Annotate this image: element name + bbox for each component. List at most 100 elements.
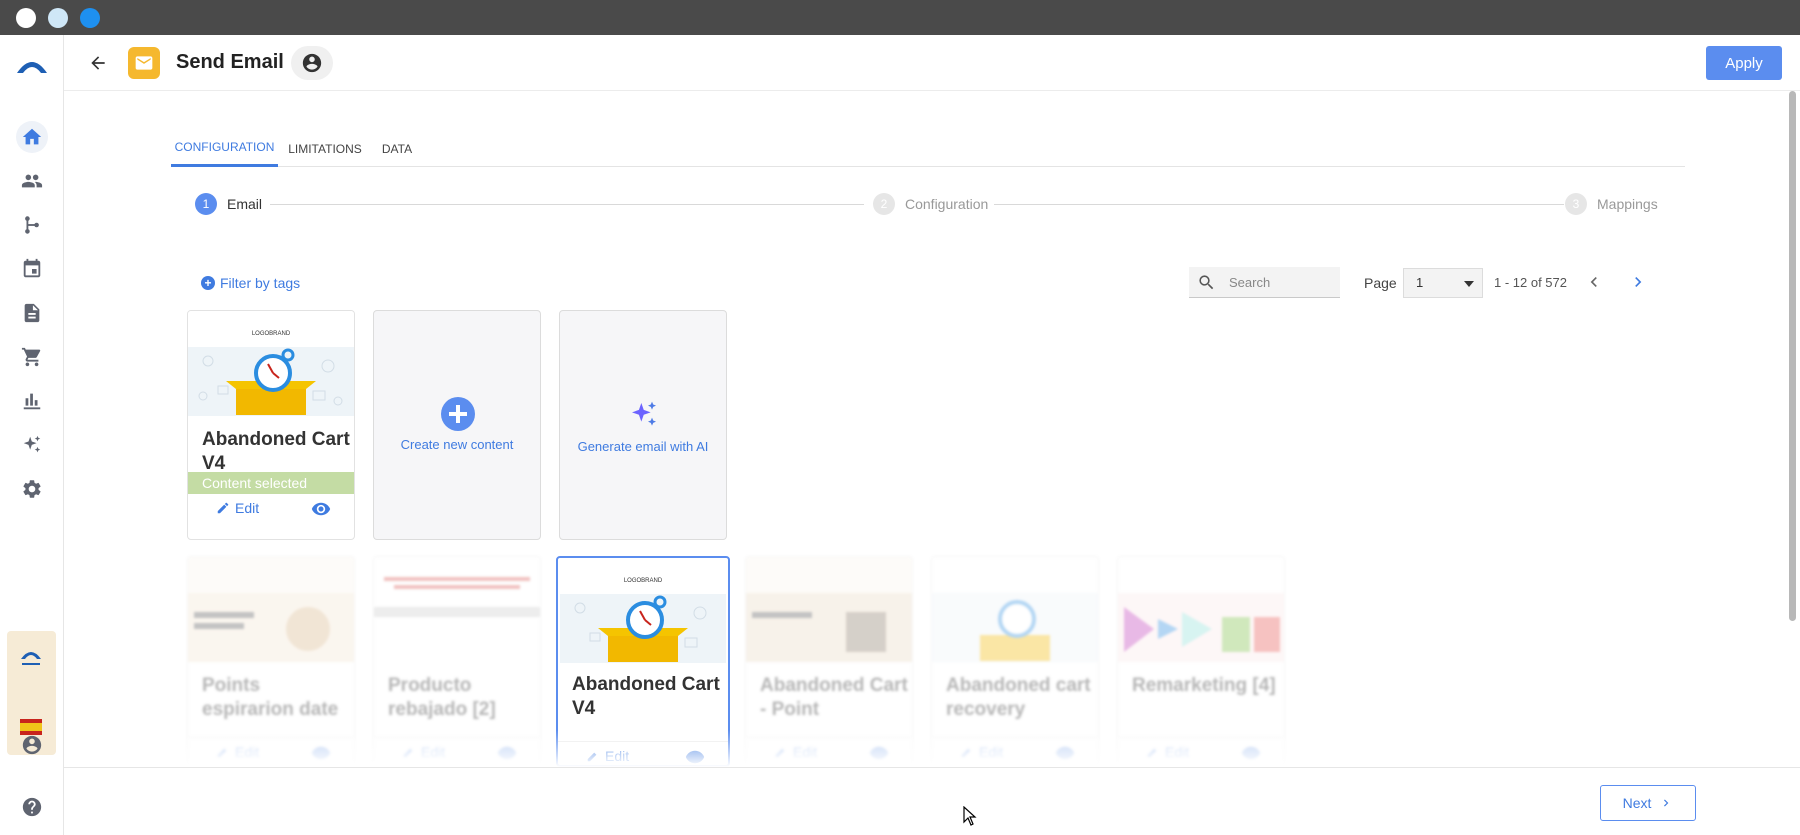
- page-select-value: 1: [1416, 275, 1424, 290]
- sidebar-item-profile[interactable]: [16, 729, 48, 761]
- window-minimize-button[interactable]: [48, 8, 68, 28]
- eye-icon: [685, 750, 705, 764]
- eye-icon: [1241, 746, 1261, 760]
- template-thumbnail: [932, 557, 1098, 662]
- edit-label: Edit: [979, 744, 1004, 760]
- edit-button[interactable]: Edit: [402, 744, 445, 760]
- mouse-cursor-icon: [963, 806, 977, 826]
- filter-label: Filter by tags: [220, 275, 301, 291]
- preview-button[interactable]: [310, 499, 332, 519]
- eye-icon: [1055, 746, 1075, 760]
- calendar-icon: [23, 258, 41, 278]
- sidebar-item-settings[interactable]: [16, 473, 48, 505]
- template-thumbnail: LOGOBRAND: [188, 311, 354, 416]
- app-logo-icon[interactable]: [14, 53, 50, 75]
- edit-button[interactable]: Edit: [216, 500, 259, 516]
- edit-label: Edit: [793, 744, 818, 760]
- next-button[interactable]: Next: [1600, 785, 1696, 821]
- workflow-icon: [25, 216, 39, 234]
- edit-button[interactable]: Edit: [774, 744, 817, 760]
- step-email[interactable]: 1 Email: [195, 193, 262, 215]
- edit-label: Edit: [605, 748, 630, 764]
- account-circle-icon: [302, 53, 322, 73]
- window-maximize-button[interactable]: [80, 8, 100, 28]
- pencil-icon: [587, 752, 597, 762]
- search-input[interactable]: [1229, 267, 1337, 297]
- next-label: Next: [1622, 795, 1652, 811]
- card-title: Remarketing [4]: [1132, 675, 1276, 696]
- step-configuration[interactable]: 2 Configuration: [873, 193, 988, 215]
- preview-button[interactable]: [496, 743, 518, 763]
- tab-limitations[interactable]: LIMITATIONS: [278, 130, 372, 167]
- card-actions: Edit: [558, 741, 728, 765]
- template-card[interactable]: Abandoned Cart - Point Edit: [745, 556, 913, 766]
- caret-down-icon: [1464, 281, 1474, 287]
- sidebar-item-analytics[interactable]: [16, 385, 48, 417]
- create-new-content-label: Create new content: [400, 437, 514, 452]
- preview-button[interactable]: [868, 743, 890, 763]
- sidebar-item-workflows[interactable]: [16, 209, 48, 241]
- edit-button[interactable]: Edit: [586, 748, 629, 764]
- card-actions: Edit: [188, 737, 354, 765]
- pagination-range: 1 - 12 of 572: [1494, 275, 1567, 290]
- selected-template-card[interactable]: LOGOBRAND Abandoned Cart V4 Content sele…: [187, 310, 355, 540]
- sidebar-item-contacts[interactable]: [16, 165, 48, 197]
- generate-email-ai-card[interactable]: Generate email with AI: [559, 310, 727, 540]
- card-title: Abandoned cart recovery: [946, 675, 1091, 720]
- eye-icon: [311, 502, 331, 516]
- tab-data[interactable]: DATA: [372, 130, 422, 167]
- page-select[interactable]: 1: [1403, 268, 1483, 298]
- template-thumbnail: [746, 557, 912, 662]
- eye-icon: [497, 746, 517, 760]
- template-card[interactable]: Points espirarion date Edit: [187, 556, 355, 766]
- sidebar-item-help[interactable]: [16, 791, 48, 823]
- apply-button[interactable]: Apply: [1706, 46, 1782, 80]
- next-page-button[interactable]: [1628, 272, 1648, 292]
- search-icon: [1199, 275, 1214, 290]
- card-title: Points espirarion date: [202, 675, 339, 720]
- pencil-icon: [217, 502, 229, 514]
- generate-email-ai-label: Generate email with AI: [577, 439, 709, 454]
- edit-button[interactable]: Edit: [1146, 744, 1189, 760]
- account-circle-icon: [22, 735, 42, 755]
- sparkles-icon: [632, 401, 656, 426]
- preview-button[interactable]: [310, 743, 332, 763]
- step-label: Mappings: [1597, 196, 1658, 212]
- vertical-scrollbar[interactable]: [1789, 91, 1796, 621]
- mail-icon: [135, 56, 153, 70]
- chevron-left-icon: [1590, 277, 1597, 287]
- window-close-button[interactable]: [16, 8, 36, 28]
- sidebar-item-documents[interactable]: [16, 297, 48, 329]
- template-card[interactable]: Remarketing [4] Edit: [1117, 556, 1285, 766]
- cart-icon: [21, 347, 41, 367]
- template-card[interactable]: Abandoned cart recovery Edit: [931, 556, 1099, 766]
- sidebar-item-ai[interactable]: [16, 429, 48, 461]
- card-title: Abandoned Cart V4: [202, 429, 350, 474]
- edit-label: Edit: [235, 500, 260, 516]
- card-actions: Edit: [1118, 737, 1284, 765]
- preview-button[interactable]: [1054, 743, 1076, 763]
- tab-configuration[interactable]: CONFIGURATION: [171, 130, 278, 167]
- card-title: Abandoned Cart - Point: [760, 675, 908, 720]
- template-thumbnail: [374, 557, 540, 662]
- filter-by-tags-button[interactable]: + Filter by tags: [201, 275, 300, 291]
- preview-button[interactable]: [1240, 743, 1262, 763]
- step-number: 1: [195, 193, 217, 215]
- sidebar-item-home[interactable]: [16, 121, 48, 153]
- preview-button[interactable]: [684, 747, 706, 765]
- template-card-highlighted[interactable]: LOGOBRAND Abandoned Cart V4 Edit: [556, 556, 730, 767]
- thumbnail-logo-text: LOGOBRAND: [624, 578, 663, 584]
- template-card[interactable]: Producto rebajado [2] Edit: [373, 556, 541, 766]
- step-mappings[interactable]: 3 Mappings: [1565, 193, 1658, 215]
- template-thumbnail: LOGOBRAND: [560, 558, 726, 663]
- back-button[interactable]: [84, 49, 112, 77]
- prev-page-button[interactable]: [1584, 272, 1604, 292]
- step-label: Email: [227, 196, 263, 212]
- sidebar-item-cart[interactable]: [16, 341, 48, 373]
- sidebar-item-calendar[interactable]: [16, 253, 48, 285]
- window-titlebar: [0, 0, 1800, 35]
- edit-button[interactable]: Edit: [216, 744, 259, 760]
- edit-button[interactable]: Edit: [960, 744, 1003, 760]
- create-new-content-card[interactable]: Create new content: [373, 310, 541, 540]
- user-chip[interactable]: [291, 46, 333, 80]
